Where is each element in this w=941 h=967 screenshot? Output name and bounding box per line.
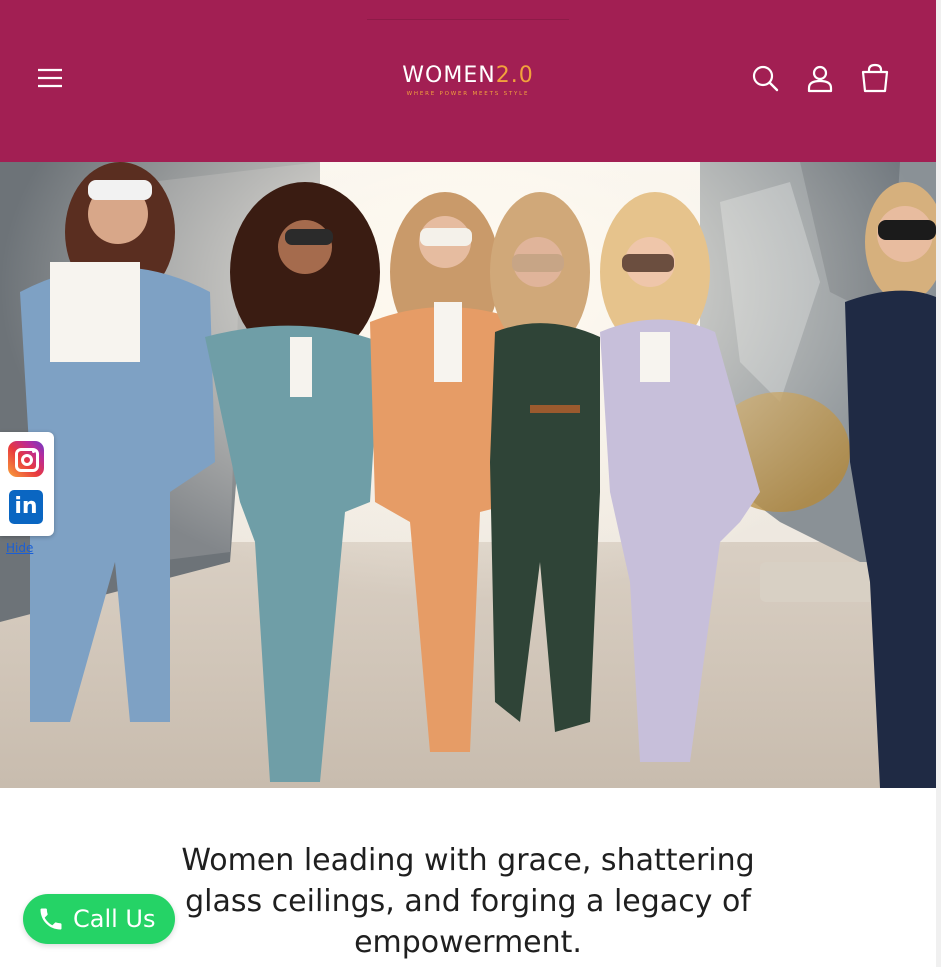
cart-button[interactable]: [859, 62, 891, 94]
hide-social-link[interactable]: Hide: [6, 541, 33, 555]
logo-wordmark: WOMEN2.0: [402, 62, 534, 88]
phone-icon: [40, 908, 62, 930]
social-share-bar: in: [0, 432, 54, 536]
site-logo[interactable]: WOMEN2.0 WHERE POWER MEETS STYLE: [367, 19, 569, 141]
hero-image: [0, 162, 936, 788]
call-us-label: Call Us: [73, 905, 156, 933]
menu-icon: [38, 68, 62, 88]
call-us-button[interactable]: Call Us: [23, 894, 175, 944]
instagram-icon[interactable]: [8, 441, 44, 477]
site-header: WOMEN2.0 WHERE POWER MEETS STYLE: [0, 0, 936, 162]
account-button[interactable]: [804, 62, 836, 94]
cart-icon: [861, 63, 889, 93]
account-icon: [807, 65, 833, 93]
hero-tagline: Women leading with grace, shattering gla…: [181, 843, 755, 960]
logo-tagline: WHERE POWER MEETS STYLE: [406, 90, 530, 97]
scrollbar-track[interactable]: [936, 0, 941, 967]
linkedin-icon[interactable]: in: [9, 490, 43, 524]
menu-button[interactable]: [36, 64, 66, 94]
search-button[interactable]: [749, 62, 781, 94]
search-icon: [752, 65, 779, 92]
